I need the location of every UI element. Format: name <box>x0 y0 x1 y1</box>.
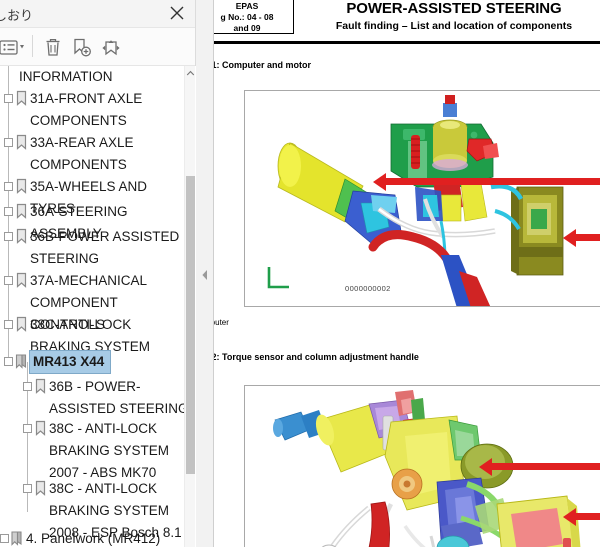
bookmark-folder-icon <box>9 529 26 547</box>
list-item[interactable]: 31A-FRONT AXLE COMPONENTS <box>0 88 196 132</box>
list-item[interactable]: INFORMATION <box>0 66 196 88</box>
prog-line-1: EPAS <box>235 1 259 11</box>
bookmark-folder-icon <box>13 352 30 372</box>
expand-toggle[interactable] <box>23 382 32 391</box>
close-icon[interactable] <box>167 3 187 23</box>
bookmark-label: 4. Panelwork (MR412) <box>26 531 161 546</box>
plate-1-figure: 0000000002 <box>244 90 600 307</box>
expand-toggle[interactable] <box>4 182 13 191</box>
callout-line <box>491 463 600 470</box>
expand-toggle[interactable] <box>4 357 13 366</box>
new-bookmark-icon[interactable] <box>69 35 95 59</box>
expand-toggle[interactable] <box>4 320 13 329</box>
toolbar-separator <box>32 35 33 57</box>
bookmark-label: 36B-POWER ASSISTED STEERING <box>30 229 180 266</box>
bookmark-icon <box>13 177 30 197</box>
header-divider <box>214 41 600 44</box>
plate-2-label: e 2: Torque sensor and column adjustment… <box>214 352 419 362</box>
page-title: POWER-ASSISTED STEERING <box>346 0 562 17</box>
callout-line <box>385 178 600 185</box>
bookmark-icon <box>32 419 49 439</box>
document-viewer[interactable]: EPAS g No.: 04 - 08 and 09 POWER-ASSISTE… <box>214 0 600 547</box>
bookmark-label: INFORMATION <box>19 69 113 84</box>
bookmark-icon <box>32 479 49 499</box>
expand-bookmarks-icon[interactable] <box>98 35 124 59</box>
expand-toggle[interactable] <box>23 424 32 433</box>
bookmark-panel: しおり INFORMATION 31A-FRONT AXLE COMPONENT… <box>0 0 196 547</box>
application-window: しおり INFORMATION 31A-FRONT AXLE COMPONENT… <box>0 0 600 547</box>
callout-arrow <box>563 228 576 247</box>
callout-line <box>575 234 600 241</box>
expand-toggle[interactable] <box>23 484 32 493</box>
chevron-up-icon[interactable] <box>185 66 196 80</box>
callout-arrow <box>563 507 576 526</box>
list-item[interactable]: 4. Panelwork (MR412) <box>0 528 196 547</box>
expand-toggle[interactable] <box>4 232 13 241</box>
bookmark-label: MR413 X44 <box>28 350 112 374</box>
bookmark-toolbar <box>0 28 195 66</box>
expand-toggle[interactable] <box>4 138 13 147</box>
bookmark-icon <box>13 89 30 109</box>
chevron-left-icon[interactable] <box>199 262 211 288</box>
bookmark-icon <box>13 271 30 291</box>
panel-splitter[interactable] <box>196 0 214 547</box>
plate-2-figure <box>244 385 600 547</box>
prog-line-3: and 09 <box>233 23 261 33</box>
callout-arrow <box>373 172 386 191</box>
plate-1-illustration <box>267 95 564 306</box>
plate-1-label: e 1: Computer and motor <box>214 60 312 70</box>
prog-line-2: g No.: 04 - 08 <box>220 12 274 22</box>
list-item[interactable]: 33A-REAR AXLE COMPONENTS <box>0 132 196 176</box>
plate-1-legend: or mputer <box>214 318 229 327</box>
page-subtitle: Fault finding – List and location of com… <box>335 20 573 32</box>
expand-toggle[interactable] <box>0 534 9 543</box>
bookmark-label: 38C - ANTI-LOCK BRAKING SYSTEM 2007 - AB… <box>49 421 170 480</box>
list-item[interactable]: 36B-POWER ASSISTED STEERING <box>0 226 196 270</box>
callout-line <box>575 513 600 520</box>
bookmark-label: 31A-FRONT AXLE COMPONENTS <box>30 91 143 128</box>
scrollbar-thumb[interactable] <box>186 176 195 474</box>
expand-toggle[interactable] <box>4 207 13 216</box>
bookmark-icon <box>13 202 30 222</box>
list-item[interactable]: 38C - ANTI-LOCK BRAKING SYSTEM 2007 - AB… <box>0 418 196 484</box>
bookmark-panel-titlebar: しおり <box>0 0 195 28</box>
bookmark-panel-title: しおり <box>0 8 34 23</box>
options-list-icon[interactable] <box>0 35 30 59</box>
bookmark-icon <box>13 315 30 335</box>
bookmark-label: 33A-REAR AXLE COMPONENTS <box>30 135 134 172</box>
plate-1-figure-id: 0000000002 <box>345 284 391 293</box>
callout-arrow <box>479 457 492 476</box>
bookmark-scrollbar[interactable] <box>184 66 195 547</box>
bookmark-label: 36B - POWER-ASSISTED STEERING <box>49 379 189 416</box>
trash-icon[interactable] <box>40 35 66 59</box>
list-item[interactable]: 36B - POWER-ASSISTED STEERING <box>0 376 196 420</box>
bookmark-icon <box>13 227 30 247</box>
list-item-selected[interactable]: MR413 X44 <box>0 350 196 374</box>
expand-toggle[interactable] <box>4 276 13 285</box>
expand-toggle[interactable] <box>4 94 13 103</box>
bookmark-icon <box>32 377 49 397</box>
program-number-box: EPAS g No.: 04 - 08 and 09 <box>214 0 294 34</box>
bookmark-tree[interactable]: INFORMATION 31A-FRONT AXLE COMPONENTS 33… <box>0 66 196 547</box>
bookmark-icon <box>13 133 30 153</box>
document-page: EPAS g No.: 04 - 08 and 09 POWER-ASSISTE… <box>214 0 600 547</box>
